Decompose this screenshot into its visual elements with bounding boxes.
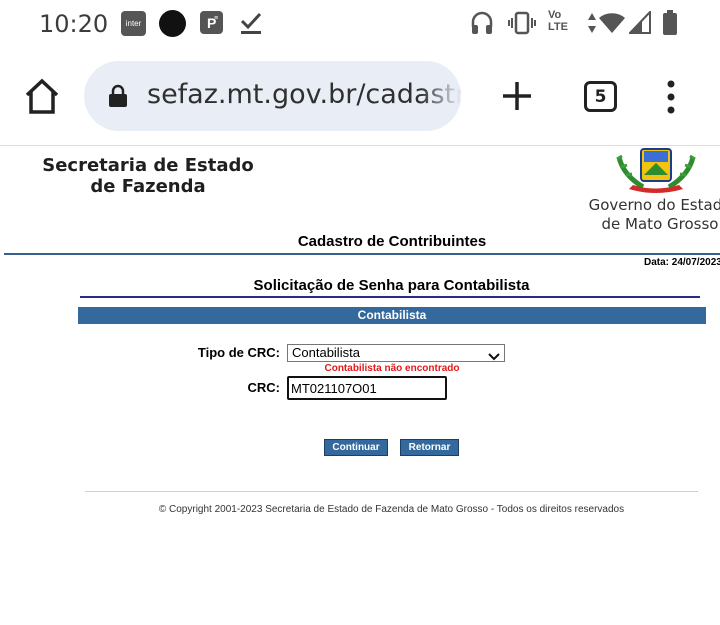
section-header: Contabilista <box>78 307 706 324</box>
plus-icon[interactable] <box>500 79 534 113</box>
volte-icon: Vo LTE <box>548 9 568 33</box>
crc-input[interactable] <box>287 376 447 400</box>
address-bar[interactable]: sefaz.mt.gov.br/cadastro <box>84 61 461 131</box>
org-line-1: Secretaria de Estado <box>42 155 254 176</box>
lock-icon[interactable] <box>108 84 128 113</box>
gov-line-2: de Mato Grosso <box>601 215 719 233</box>
org-logo-text: Secretaria de Estado de Fazenda <box>38 155 258 197</box>
payment-app-icon: P ≡ <box>200 11 223 34</box>
crc-type-select[interactable]: Contabilista <box>287 344 505 362</box>
org-line-2: de Fazenda <box>90 176 206 197</box>
signal-icon <box>627 9 651 39</box>
headphones-icon <box>470 10 494 41</box>
data-arrows-icon <box>587 12 597 39</box>
footer-divider <box>85 491 698 492</box>
error-message: Contabilista não encontrado <box>324 363 460 374</box>
status-bar: 10:20 inter P ≡ Vo LTE <box>0 0 720 48</box>
inter-app-icon: inter <box>121 11 146 36</box>
home-icon[interactable] <box>22 78 62 116</box>
crc-type-label: Tipo de CRC: <box>197 345 280 360</box>
url-fade <box>421 61 461 131</box>
status-time: 10:20 <box>39 10 109 38</box>
form-title: Solicitação de Senha para Contabilista <box>253 277 530 294</box>
return-button[interactable]: Retornar <box>400 439 459 456</box>
tabs-icon[interactable]: 5 <box>584 81 617 112</box>
continue-button[interactable]: Continuar <box>324 439 388 456</box>
download-done-icon <box>239 10 263 41</box>
url-text[interactable]: sefaz.mt.gov.br/cadastro <box>147 79 461 110</box>
crc-label: CRC: <box>247 380 281 395</box>
svg-text:≡: ≡ <box>214 15 218 22</box>
crc-type-selected-value: Contabilista <box>292 345 360 360</box>
copyright-text: © Copyright 2001-2023 Secretaria de Esta… <box>158 504 625 515</box>
volte-bottom-text: LTE <box>548 21 568 33</box>
header-divider <box>4 253 720 255</box>
more-vert-icon[interactable] <box>662 78 680 116</box>
battery-icon <box>662 10 678 41</box>
form-title-divider <box>80 296 700 298</box>
coat-of-arms-icon <box>613 145 699 200</box>
toolbar-divider <box>0 145 720 146</box>
browser-toolbar: sefaz.mt.gov.br/cadastro 5 <box>0 48 720 146</box>
wifi-icon <box>598 12 626 39</box>
circle-notification-icon <box>159 10 186 37</box>
gov-logo-text: Governo do Estado de Mato Grosso <box>580 196 720 234</box>
vibrate-icon <box>508 10 536 41</box>
gov-line-1: Governo do Estado <box>588 196 720 214</box>
page-title: Cadastro de Contribuintes <box>297 233 487 250</box>
volte-top-text: Vo <box>548 9 562 21</box>
date-label: Data: 24/07/2023 <box>644 257 720 268</box>
